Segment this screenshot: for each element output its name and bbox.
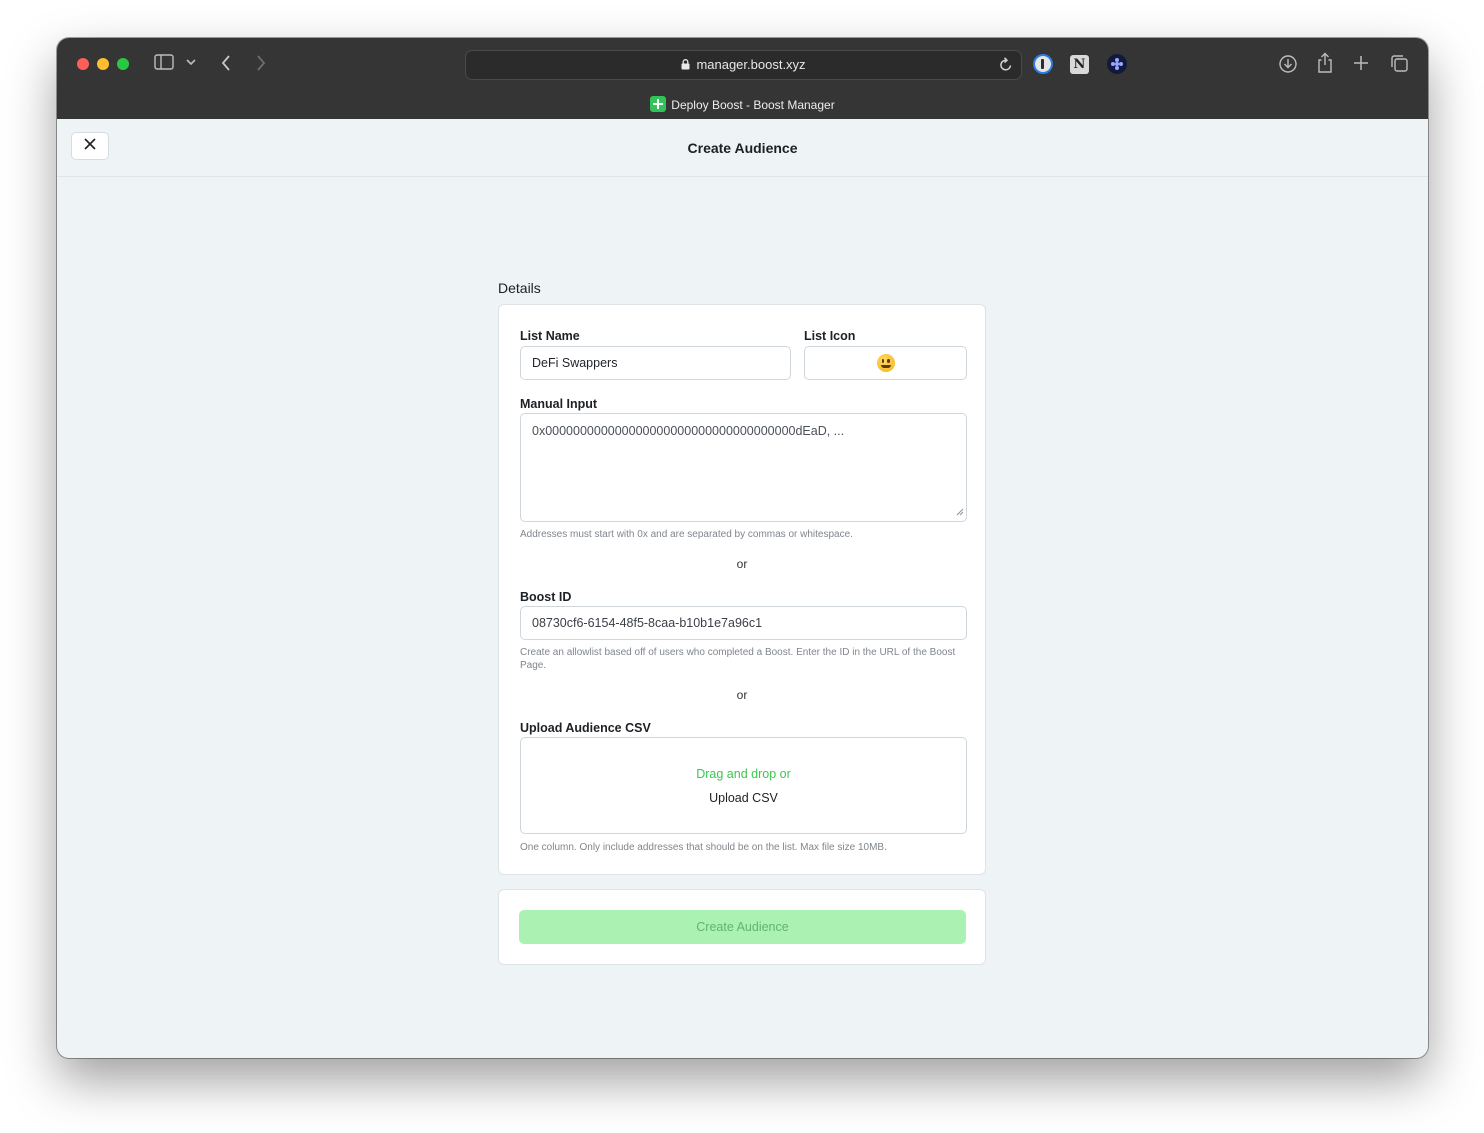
boost-id-label: Boost ID	[520, 590, 572, 604]
or-divider: or	[736, 557, 748, 571]
extension-icon[interactable]	[1107, 54, 1127, 74]
browser-titlebar: manager.boost.xyz N Deploy Boost - Boost…	[57, 38, 1428, 120]
details-section-label: Details	[498, 280, 541, 296]
close-window-button[interactable]	[77, 58, 89, 70]
boost-id-value: 08730cf6-6154-48f5-8caa-b10b1e7a96c1	[532, 616, 763, 630]
forward-arrow-icon[interactable]	[255, 54, 267, 72]
manual-input-textarea[interactable]: 0x000000000000000000000000000000000000dE…	[520, 413, 967, 522]
upload-csv-label: Upload Audience CSV	[520, 721, 651, 735]
share-icon[interactable]	[1316, 52, 1334, 74]
list-icon-picker[interactable]	[804, 346, 967, 380]
manual-input-placeholder: 0x000000000000000000000000000000000000dE…	[532, 424, 845, 438]
boost-favicon-icon	[650, 96, 667, 112]
list-name-label: List Name	[520, 329, 580, 343]
tab-overview-icon[interactable]	[1390, 54, 1409, 73]
sidebar-toggle-icon[interactable]	[154, 54, 174, 70]
notion-extension-icon[interactable]: N	[1070, 55, 1089, 74]
tab-title-text: Deploy Boost - Boost Manager	[671, 98, 835, 112]
active-tab[interactable]: Deploy Boost - Boost Manager	[57, 96, 1428, 112]
upload-csv-helper: One column. Only include addresses that …	[520, 842, 887, 853]
download-icon[interactable]	[1278, 54, 1298, 74]
or-divider: or	[736, 688, 748, 702]
chevron-down-icon[interactable]	[186, 58, 196, 66]
browser-window: manager.boost.xyz N Deploy Boost - Boost…	[57, 38, 1428, 1058]
password-manager-extension-icon[interactable]	[1033, 54, 1053, 74]
back-arrow-icon[interactable]	[220, 54, 232, 72]
address-bar[interactable]: manager.boost.xyz	[465, 50, 1022, 80]
details-card: List Name DeFi Swappers List Icon Manual…	[498, 304, 986, 875]
list-name-input[interactable]: DeFi Swappers	[520, 346, 791, 380]
zoom-window-button[interactable]	[117, 58, 129, 70]
minimize-window-button[interactable]	[97, 58, 109, 70]
submit-card: Create Audience	[498, 889, 986, 965]
csv-dropzone[interactable]: Drag and drop or Upload CSV	[520, 737, 967, 834]
manual-input-helper: Addresses must start with 0x and are sep…	[520, 529, 853, 540]
upload-csv-link[interactable]: Upload CSV	[521, 791, 966, 805]
app-header: Create Audience	[57, 119, 1428, 177]
grinning-face-emoji-icon	[876, 354, 895, 372]
url-text: manager.boost.xyz	[696, 57, 806, 72]
drag-and-drop-text: Drag and drop or	[696, 767, 791, 781]
new-tab-icon[interactable]	[1353, 55, 1369, 71]
manual-input-label: Manual Input	[520, 397, 598, 411]
resize-grip-icon[interactable]	[956, 505, 964, 519]
lock-icon	[681, 58, 690, 73]
page-title: Create Audience	[687, 140, 798, 156]
list-icon-label: List Icon	[804, 329, 856, 343]
list-name-value: DeFi Swappers	[532, 356, 618, 370]
boost-id-helper: Create an allowlist based off of users w…	[520, 647, 956, 671]
reload-icon[interactable]	[999, 57, 1013, 77]
boost-id-input[interactable]: 08730cf6-6154-48f5-8caa-b10b1e7a96c1	[520, 606, 967, 640]
create-audience-button[interactable]: Create Audience	[519, 910, 966, 944]
